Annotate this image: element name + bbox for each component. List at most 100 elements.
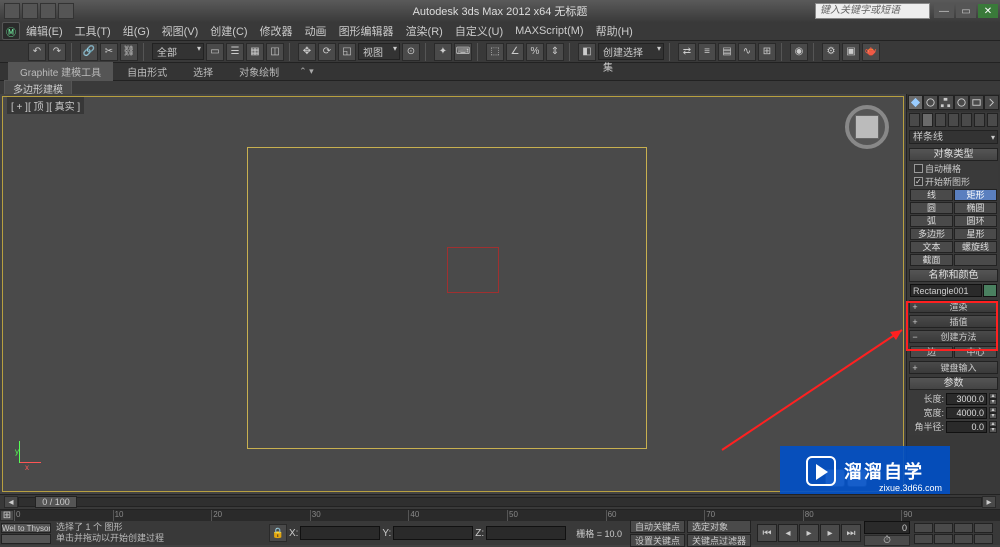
bind-icon[interactable]: ⛓: [120, 43, 138, 61]
create-cameras-icon[interactable]: [948, 113, 959, 127]
keyboard-icon[interactable]: ⌨: [454, 43, 472, 61]
length-input[interactable]: 3000.0: [946, 393, 987, 405]
zoom-extents-all-icon[interactable]: [934, 534, 953, 544]
schematic-icon[interactable]: ⊞: [758, 43, 776, 61]
cmd-tab-utilities[interactable]: [984, 95, 999, 110]
cmd-tab-motion[interactable]: [954, 95, 969, 110]
subcategory-dropdown[interactable]: 样条线: [909, 130, 998, 144]
cmd-tab-create[interactable]: [908, 95, 923, 110]
mirror-icon[interactable]: ⇄: [678, 43, 696, 61]
help-search-input[interactable]: 键入关键字或短语: [815, 3, 930, 19]
obj-section-button[interactable]: 截面: [910, 254, 953, 266]
menu-tools[interactable]: 工具(T): [69, 21, 117, 41]
rollout-object-type[interactable]: 对象类型: [909, 148, 998, 161]
qat-save-icon[interactable]: [22, 3, 38, 19]
current-frame-input[interactable]: 0: [864, 521, 910, 534]
selected-dropdown[interactable]: 选定对象: [687, 520, 751, 533]
rollout-name-color[interactable]: 名称和颜色: [909, 269, 998, 282]
timeslider-left-icon[interactable]: ◂: [4, 496, 18, 508]
refcoord-dropdown[interactable]: 视图: [358, 43, 400, 60]
trackbar-toggle-icon[interactable]: ⊞: [0, 510, 14, 521]
menu-maxscript[interactable]: MAXScript(M): [509, 23, 589, 39]
coord-y-input[interactable]: [393, 526, 473, 540]
ribbon-tab-selection[interactable]: 选择: [181, 62, 225, 81]
percent-snap-icon[interactable]: %: [526, 43, 544, 61]
corner-radius-spinner[interactable]: ▴▾: [989, 421, 997, 433]
coord-z-input[interactable]: [486, 526, 566, 540]
autogrid-checkbox[interactable]: [914, 164, 923, 173]
link-icon[interactable]: 🔗: [80, 43, 98, 61]
layers-icon[interactable]: ▤: [718, 43, 736, 61]
cmd-tab-modify[interactable]: [923, 95, 938, 110]
pivot-icon[interactable]: ⊙: [402, 43, 420, 61]
ribbon-expand-icon[interactable]: ⌃ ▾: [299, 66, 314, 77]
menu-rendering[interactable]: 渲染(R): [400, 21, 449, 41]
lock-selection-icon[interactable]: 🔒: [269, 524, 287, 542]
steering-wheels[interactable]: [825, 469, 867, 487]
window-crossing-icon[interactable]: ◫: [266, 43, 284, 61]
rollout-creation-method[interactable]: −创建方法: [909, 330, 998, 343]
obj-helix-button[interactable]: 螺旋线: [954, 241, 997, 253]
qat-redo-icon[interactable]: [58, 3, 74, 19]
maxscript-mini-input[interactable]: [1, 534, 51, 544]
coord-x-input[interactable]: [300, 526, 380, 540]
trackbar[interactable]: ⊞ 0102030405060708090100: [0, 509, 1000, 521]
obj-ngon-button[interactable]: 多边形: [910, 228, 953, 240]
menu-view[interactable]: 视图(V): [156, 21, 205, 41]
pan-icon[interactable]: [914, 523, 933, 533]
keyfilter-button[interactable]: 关键点过滤器: [687, 534, 751, 547]
max-logo-icon[interactable]: Ⓜ: [2, 22, 20, 40]
menu-help[interactable]: 帮助(H): [590, 21, 639, 41]
orbit-icon[interactable]: [954, 534, 973, 544]
prev-frame-icon[interactable]: ◂: [778, 524, 798, 542]
curve-editor-icon[interactable]: ∿: [738, 43, 756, 61]
time-slider-handle[interactable]: 0 / 100: [35, 496, 77, 508]
unlink-icon[interactable]: ✂: [100, 43, 118, 61]
creation-edge-radio[interactable]: 边: [910, 346, 953, 358]
object-color-swatch[interactable]: [983, 284, 997, 297]
create-geometry-icon[interactable]: [909, 113, 920, 127]
create-lights-icon[interactable]: [935, 113, 946, 127]
select-region-icon[interactable]: ▦: [246, 43, 264, 61]
obj-star-button[interactable]: 星形: [954, 228, 997, 240]
menu-modifiers[interactable]: 修改器: [254, 21, 299, 41]
manipulate-icon[interactable]: ✦: [434, 43, 452, 61]
length-spinner[interactable]: ▴▾: [989, 393, 997, 405]
move-icon[interactable]: ✥: [298, 43, 316, 61]
create-systems-icon[interactable]: [987, 113, 998, 127]
render-icon[interactable]: 🫖: [862, 43, 880, 61]
create-spacewarps-icon[interactable]: [974, 113, 985, 127]
cmd-tab-hierarchy[interactable]: [938, 95, 953, 110]
menu-edit[interactable]: 编辑(E): [20, 21, 69, 41]
create-shapes-icon[interactable]: [922, 113, 933, 127]
rollout-interpolation[interactable]: +插值: [909, 315, 998, 328]
named-sel-dropdown[interactable]: 创建选择集: [598, 43, 664, 60]
named-sel-icon[interactable]: ◧: [578, 43, 596, 61]
timeslider-right-icon[interactable]: ▸: [982, 496, 996, 508]
maximize-button[interactable]: ▭: [956, 4, 976, 18]
obj-circle-button[interactable]: 圆: [910, 202, 953, 214]
goto-start-icon[interactable]: ⏮: [757, 524, 777, 542]
ribbon-tab-objectpaint[interactable]: 对象绘制: [227, 62, 291, 81]
zoom-all-icon[interactable]: [954, 523, 973, 533]
scale-icon[interactable]: ◱: [338, 43, 356, 61]
rendered-frame-icon[interactable]: ▣: [842, 43, 860, 61]
next-frame-icon[interactable]: ▸: [820, 524, 840, 542]
menu-group[interactable]: 组(G): [117, 21, 156, 41]
viewport-top[interactable]: [ + ][ 顶 ][ 真实 ] xy: [2, 96, 904, 492]
zoom-icon[interactable]: [934, 523, 953, 533]
menu-create[interactable]: 创建(C): [204, 21, 253, 41]
ribbon-tab-freeform[interactable]: 自由形式: [115, 62, 179, 81]
rotate-icon[interactable]: ⟳: [318, 43, 336, 61]
align-icon[interactable]: ≡: [698, 43, 716, 61]
undo-icon[interactable]: ↶: [28, 43, 46, 61]
play-icon[interactable]: ▸: [799, 524, 819, 542]
spinner-snap-icon[interactable]: ⇕: [546, 43, 564, 61]
close-button[interactable]: ✕: [978, 4, 998, 18]
viewport-label[interactable]: [ + ][ 顶 ][ 真实 ]: [7, 97, 84, 114]
menu-animation[interactable]: 动画: [299, 21, 333, 41]
rollout-rendering[interactable]: +渲染: [909, 300, 998, 313]
goto-end-icon[interactable]: ⏭: [841, 524, 861, 542]
rollout-parameters[interactable]: 参数: [909, 377, 998, 390]
cmd-tab-display[interactable]: [969, 95, 984, 110]
